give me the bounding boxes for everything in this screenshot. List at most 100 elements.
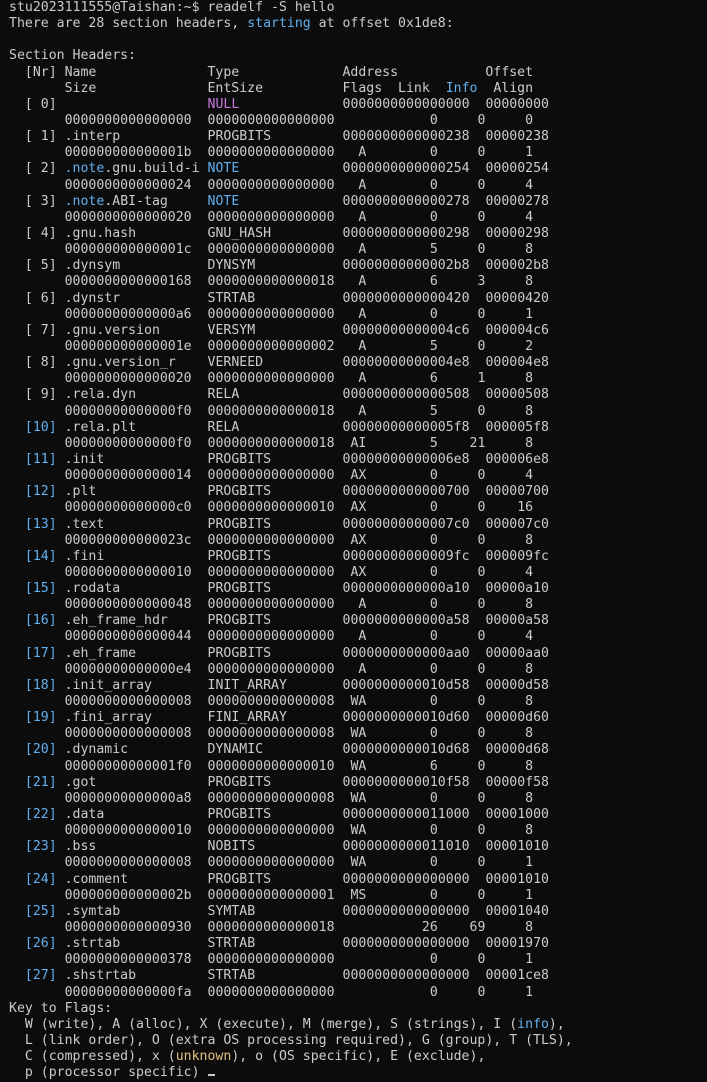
section-align: 8	[485, 597, 534, 613]
section-name: .dynsym	[64, 258, 121, 274]
section-flags: A	[334, 338, 367, 354]
row-indent	[9, 710, 25, 725]
section-row: [24] .comment PROGBITS 0000000000000000 …	[9, 872, 707, 888]
section-align: 4	[485, 564, 534, 580]
row-indent	[9, 662, 65, 677]
row-indent	[9, 952, 65, 967]
section-link: 5	[366, 435, 438, 451]
section-offset: 00001040	[485, 903, 549, 919]
row-indent	[9, 339, 65, 354]
section-flags: WA	[334, 855, 367, 871]
row-indent	[9, 387, 25, 402]
section-row-detail: 00000000000000e4 0000000000000000 A 0 0 …	[9, 662, 707, 678]
section-name: .init	[64, 451, 105, 467]
section-type: PROGBITS	[207, 129, 272, 145]
section-address: 0000000000000254	[342, 161, 470, 177]
section-address: 0000000000011010	[342, 839, 470, 855]
section-type: PROGBITS	[207, 871, 272, 887]
section-name: .got	[64, 774, 97, 790]
row-indent	[9, 178, 65, 193]
section-link: 0	[366, 564, 438, 580]
section-type: PROGBITS	[207, 451, 272, 467]
section-row-detail: 0000000000000000 0000000000000000 0 0 0	[9, 113, 707, 129]
section-align: 4	[485, 177, 534, 193]
section-info: 0	[437, 500, 486, 516]
section-info: 0	[437, 532, 486, 548]
section-align: 8	[485, 532, 534, 548]
info-flag-word: info	[517, 1016, 549, 1032]
terminal-window[interactable]: stu2023111555@Taishan:~$ readelf -S hell…	[0, 0, 707, 1082]
column-header-left: Size EntSize Flags Link	[9, 80, 446, 96]
section-link: 0	[366, 112, 438, 128]
section-row-detail: 00000000000000a6 0000000000000000 A 0 0 …	[9, 307, 707, 323]
section-name: .eh_frame	[64, 645, 137, 661]
row-indent	[9, 307, 65, 322]
section-number: [21]	[24, 774, 57, 790]
section-number: [20]	[24, 742, 57, 758]
section-row: [26] .strtab STRTAB 0000000000000000 000…	[9, 936, 707, 952]
section-size: 0000000000000048	[64, 597, 192, 613]
section-offset: 00001970	[485, 936, 549, 952]
section-row-detail: 000000000000002b 0000000000000001 MS 0 0…	[9, 888, 707, 904]
section-row-detail: 00000000000001f0 0000000000000010 WA 6 0…	[9, 759, 707, 775]
section-entsize: 0000000000000000	[207, 371, 335, 387]
section-row-detail: 0000000000000008 0000000000000000 WA 0 0…	[9, 855, 707, 871]
section-number: [24]	[24, 871, 57, 887]
section-row: [23] .bss NOBITS 0000000000011010 000010…	[9, 839, 707, 855]
section-address: 0000000000000a58	[342, 613, 470, 629]
intro-text: There are 28 section headers,	[9, 16, 248, 32]
row-indent	[9, 742, 25, 757]
section-address: 0000000000000238	[342, 129, 470, 145]
section-row-detail: 0000000000000168 0000000000000018 A 6 3 …	[9, 274, 707, 290]
row-indent	[9, 646, 25, 661]
section-name-rest: .ABI-tag	[104, 193, 208, 209]
section-entsize: 0000000000000000	[207, 629, 335, 645]
row-indent	[9, 97, 25, 112]
key-flags-line-1: W (write), A (alloc), X (execute), M (me…	[9, 1017, 707, 1033]
section-row: [14] .fini PROGBITS 00000000000009fc 000…	[9, 549, 707, 565]
section-row: [27] .shstrtab STRTAB 0000000000000000 0…	[9, 968, 707, 984]
key-flags-line-3: C (compressed), x (unknown), o (OS speci…	[9, 1049, 707, 1065]
section-type: STRTAB	[207, 290, 256, 306]
row-indent	[9, 791, 65, 806]
section-entsize: 0000000000000018	[207, 435, 335, 451]
section-number: [ 5]	[24, 258, 57, 274]
section-entsize: 0000000000000000	[207, 145, 335, 161]
row-indent	[9, 904, 25, 919]
section-row-detail: 0000000000000044 0000000000000000 A 0 0 …	[9, 629, 707, 645]
section-name: .symtab	[64, 903, 121, 919]
section-address: 0000000000000298	[342, 225, 470, 241]
section-link: 0	[366, 952, 438, 968]
section-number: [16]	[24, 613, 57, 629]
row-indent	[9, 629, 65, 644]
row-indent	[9, 533, 65, 548]
section-align: 8	[485, 920, 534, 936]
section-name: .gnu.version	[64, 322, 160, 338]
section-address: 0000000000010d58	[342, 677, 470, 693]
section-type: NOTE	[207, 193, 240, 209]
section-align: 1	[485, 855, 534, 871]
section-offset: 00001ce8	[485, 968, 549, 984]
section-align: 2	[485, 338, 534, 354]
